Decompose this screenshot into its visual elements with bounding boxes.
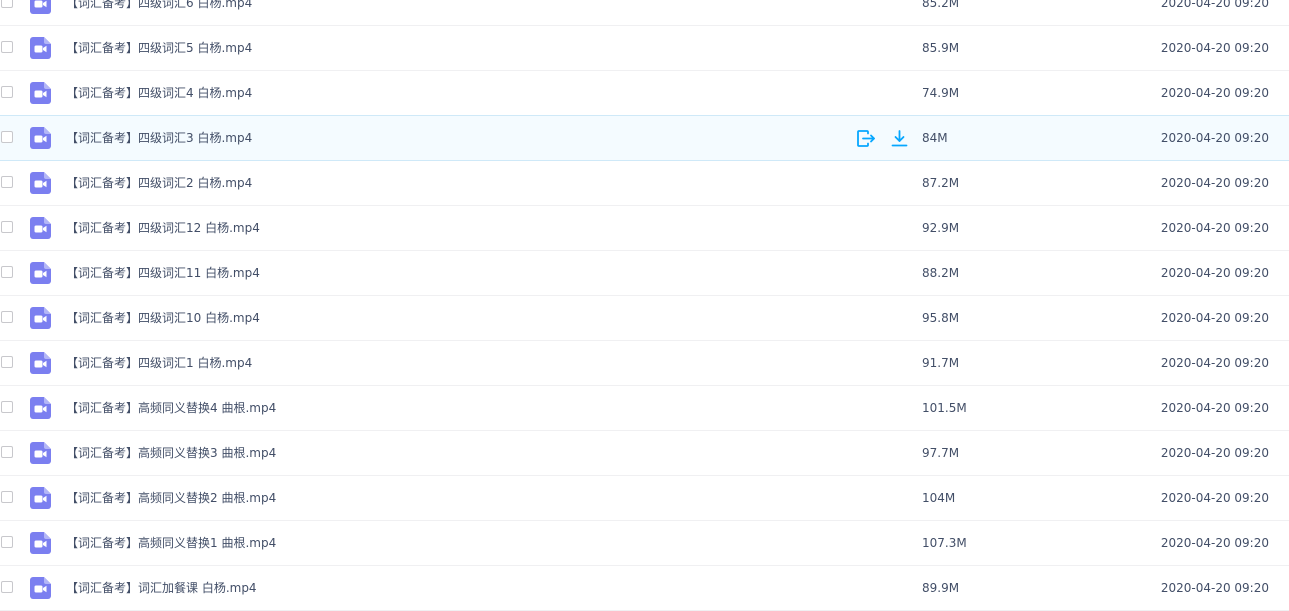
file-size: 85.9M	[922, 41, 960, 55]
file-size: 84M	[922, 131, 948, 145]
file-name[interactable]: 【词汇备考】四级词汇11 白杨.mp4	[66, 251, 260, 295]
file-modified-date: 2020-04-20 09:20	[1160, 86, 1269, 100]
file-modified-date: 2020-04-20 09:20	[1160, 401, 1269, 415]
file-name[interactable]: 【词汇备考】词汇加餐课 白杨.mp4	[66, 566, 257, 610]
file-size: 91.7M	[922, 356, 960, 370]
file-name[interactable]: 【词汇备考】四级词汇3 白杨.mp4	[66, 116, 252, 160]
row-checkbox[interactable]	[1, 41, 13, 53]
file-row[interactable]: 【词汇备考】四级词汇6 白杨.mp4 85.2M 2020-04-20 09:2…	[0, 0, 1289, 26]
file-size: 74.9M	[922, 86, 960, 100]
video-file-icon	[30, 262, 51, 284]
file-modified-date: 2020-04-20 09:20	[1160, 581, 1269, 595]
file-name[interactable]: 【词汇备考】四级词汇12 白杨.mp4	[66, 206, 260, 250]
file-name[interactable]: 【词汇备考】四级词汇4 白杨.mp4	[66, 71, 252, 115]
file-row[interactable]: 【词汇备考】四级词汇10 白杨.mp4 95.8M 2020-04-20 09:…	[0, 296, 1289, 341]
file-size: 95.8M	[922, 311, 960, 325]
file-name[interactable]: 【词汇备考】四级词汇1 白杨.mp4	[66, 341, 252, 385]
file-modified-date: 2020-04-20 09:20	[1160, 266, 1269, 280]
file-name[interactable]: 【词汇备考】四级词汇5 白杨.mp4	[66, 26, 252, 70]
file-name[interactable]: 【词汇备考】四级词汇10 白杨.mp4	[66, 296, 260, 340]
file-row[interactable]: 【词汇备考】高频同义替换4 曲根.mp4 101.5M 2020-04-20 0…	[0, 386, 1289, 431]
file-modified-date: 2020-04-20 09:20	[1160, 131, 1269, 145]
video-file-icon	[30, 577, 51, 599]
file-name[interactable]: 【词汇备考】高频同义替换2 曲根.mp4	[66, 476, 276, 520]
row-checkbox[interactable]	[1, 221, 13, 233]
file-size: 85.2M	[922, 0, 960, 10]
file-size: 89.9M	[922, 581, 960, 595]
video-file-icon	[30, 487, 51, 509]
video-file-icon	[30, 37, 51, 59]
file-modified-date: 2020-04-20 09:20	[1160, 536, 1269, 550]
video-file-icon	[30, 307, 51, 329]
file-size: 107.3M	[922, 536, 967, 550]
file-row[interactable]: 【词汇备考】四级词汇11 白杨.mp4 88.2M 2020-04-20 09:…	[0, 251, 1289, 296]
row-checkbox[interactable]	[1, 446, 13, 458]
video-file-icon	[30, 172, 51, 194]
file-size: 101.5M	[922, 401, 967, 415]
file-modified-date: 2020-04-20 09:20	[1160, 446, 1269, 460]
download-icon[interactable]	[889, 129, 909, 147]
file-row[interactable]: 【词汇备考】词汇加餐课 白杨.mp4 89.9M 2020-04-20 09:2…	[0, 566, 1289, 611]
file-name[interactable]: 【词汇备考】高频同义替换4 曲根.mp4	[66, 386, 276, 430]
file-modified-date: 2020-04-20 09:20	[1160, 221, 1269, 235]
file-row[interactable]: 【词汇备考】四级词汇12 白杨.mp4 92.9M 2020-04-20 09:…	[0, 206, 1289, 251]
file-list: 【词汇备考】四级词汇6 白杨.mp4 85.2M 2020-04-20 09:2…	[0, 0, 1289, 611]
file-size: 104M	[922, 491, 956, 505]
file-row[interactable]: 【词汇备考】四级词汇2 白杨.mp4 87.2M 2020-04-20 09:2…	[0, 161, 1289, 206]
row-actions	[856, 129, 909, 147]
video-file-icon	[30, 82, 51, 104]
file-modified-date: 2020-04-20 09:20	[1160, 176, 1269, 190]
file-row[interactable]: 【词汇备考】四级词汇4 白杨.mp4 74.9M 2020-04-20 09:2…	[0, 71, 1289, 116]
video-file-icon	[30, 217, 51, 239]
video-file-icon	[30, 127, 51, 149]
file-row[interactable]: 【词汇备考】高频同义替换1 曲根.mp4 107.3M 2020-04-20 0…	[0, 521, 1289, 566]
file-row[interactable]: 【词汇备考】四级词汇1 白杨.mp4 91.7M 2020-04-20 09:2…	[0, 341, 1289, 386]
file-row[interactable]: 【词汇备考】四级词汇3 白杨.mp4 84M 2020-04-20 09:20	[0, 115, 1289, 161]
file-modified-date: 2020-04-20 09:20	[1160, 311, 1269, 325]
row-checkbox[interactable]	[1, 311, 13, 323]
row-checkbox[interactable]	[1, 581, 13, 593]
video-file-icon	[30, 442, 51, 464]
file-modified-date: 2020-04-20 09:20	[1160, 356, 1269, 370]
row-checkbox[interactable]	[1, 536, 13, 548]
video-file-icon	[30, 532, 51, 554]
file-name[interactable]: 【词汇备考】高频同义替换1 曲根.mp4	[66, 521, 276, 565]
video-file-icon	[30, 397, 51, 419]
file-row[interactable]: 【词汇备考】四级词汇5 白杨.mp4 85.9M 2020-04-20 09:2…	[0, 26, 1289, 71]
share-icon[interactable]	[856, 129, 876, 147]
file-row[interactable]: 【词汇备考】高频同义替换3 曲根.mp4 97.7M 2020-04-20 09…	[0, 431, 1289, 476]
file-size: 92.9M	[922, 221, 960, 235]
file-row[interactable]: 【词汇备考】高频同义替换2 曲根.mp4 104M 2020-04-20 09:…	[0, 476, 1289, 521]
file-name[interactable]: 【词汇备考】四级词汇6 白杨.mp4	[66, 0, 252, 25]
file-size: 87.2M	[922, 176, 960, 190]
row-checkbox[interactable]	[1, 491, 13, 503]
file-name[interactable]: 【词汇备考】高频同义替换3 曲根.mp4	[66, 431, 276, 475]
row-checkbox[interactable]	[1, 401, 13, 413]
row-checkbox[interactable]	[1, 176, 13, 188]
file-modified-date: 2020-04-20 09:20	[1160, 491, 1269, 505]
file-modified-date: 2020-04-20 09:20	[1160, 0, 1269, 10]
row-checkbox[interactable]	[1, 266, 13, 278]
file-size: 97.7M	[922, 446, 960, 460]
file-size: 88.2M	[922, 266, 960, 280]
row-checkbox[interactable]	[1, 86, 13, 98]
file-modified-date: 2020-04-20 09:20	[1160, 41, 1269, 55]
row-checkbox[interactable]	[1, 131, 13, 143]
row-checkbox[interactable]	[1, 0, 13, 8]
file-name[interactable]: 【词汇备考】四级词汇2 白杨.mp4	[66, 161, 252, 205]
video-file-icon	[30, 0, 51, 14]
row-checkbox[interactable]	[1, 356, 13, 368]
video-file-icon	[30, 352, 51, 374]
